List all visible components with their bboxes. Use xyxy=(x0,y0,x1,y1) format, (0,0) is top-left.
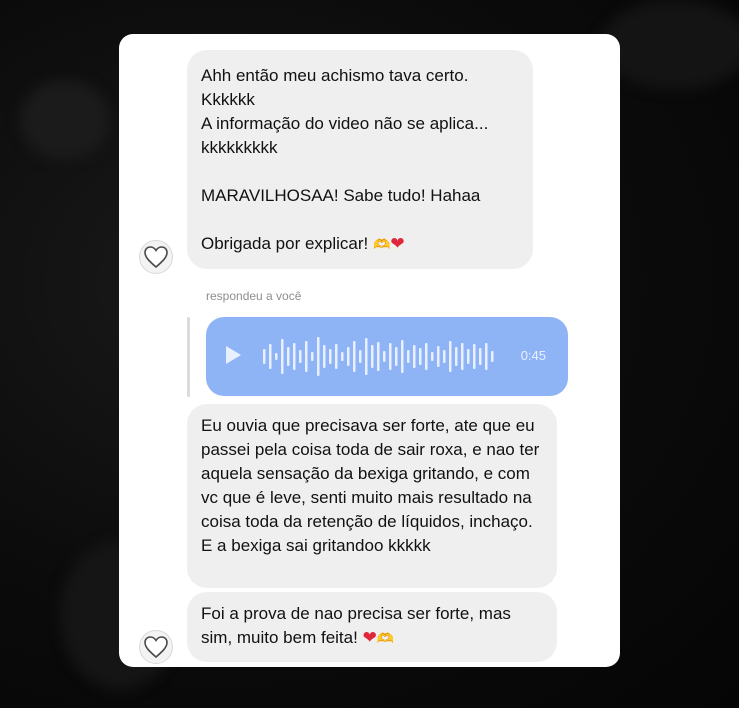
play-icon[interactable] xyxy=(226,346,241,364)
chat-panel: Ahh então meu achismo tava certo. Kkkkkk… xyxy=(119,34,620,667)
heart-emoji: ❤ xyxy=(362,628,377,648)
message-text: Eu ouvia que precisava ser forte, ate qu… xyxy=(201,416,540,555)
heart-avatar-icon xyxy=(144,246,168,269)
heart-avatar-icon xyxy=(144,636,168,659)
heart-hands-emoji: 🫶 xyxy=(376,631,395,647)
heart-emoji: ❤ xyxy=(390,234,405,254)
sender-avatar[interactable] xyxy=(139,630,173,664)
heart-hands-emoji: 🫶 xyxy=(372,237,391,253)
audio-message[interactable]: 0:45 xyxy=(206,317,568,396)
reply-label: respondeu a você xyxy=(206,289,302,303)
waveform xyxy=(263,337,494,376)
message-bubble[interactable]: Ahh então meu achismo tava certo. Kkkkkk… xyxy=(187,50,533,269)
reply-indicator xyxy=(187,317,190,397)
background-shape xyxy=(600,0,739,90)
message-bubble[interactable]: Eu ouvia que precisava ser forte, ate qu… xyxy=(187,404,557,588)
background-shape xyxy=(20,80,110,160)
message-text: Ahh então meu achismo tava certo. Kkkkkk… xyxy=(201,66,489,253)
sender-avatar[interactable] xyxy=(139,240,173,274)
audio-duration: 0:45 xyxy=(520,348,546,363)
message-bubble[interactable]: Foi a prova de nao precisa ser forte, ma… xyxy=(187,592,557,662)
message-text: Foi a prova de nao precisa ser forte, ma… xyxy=(201,604,511,647)
